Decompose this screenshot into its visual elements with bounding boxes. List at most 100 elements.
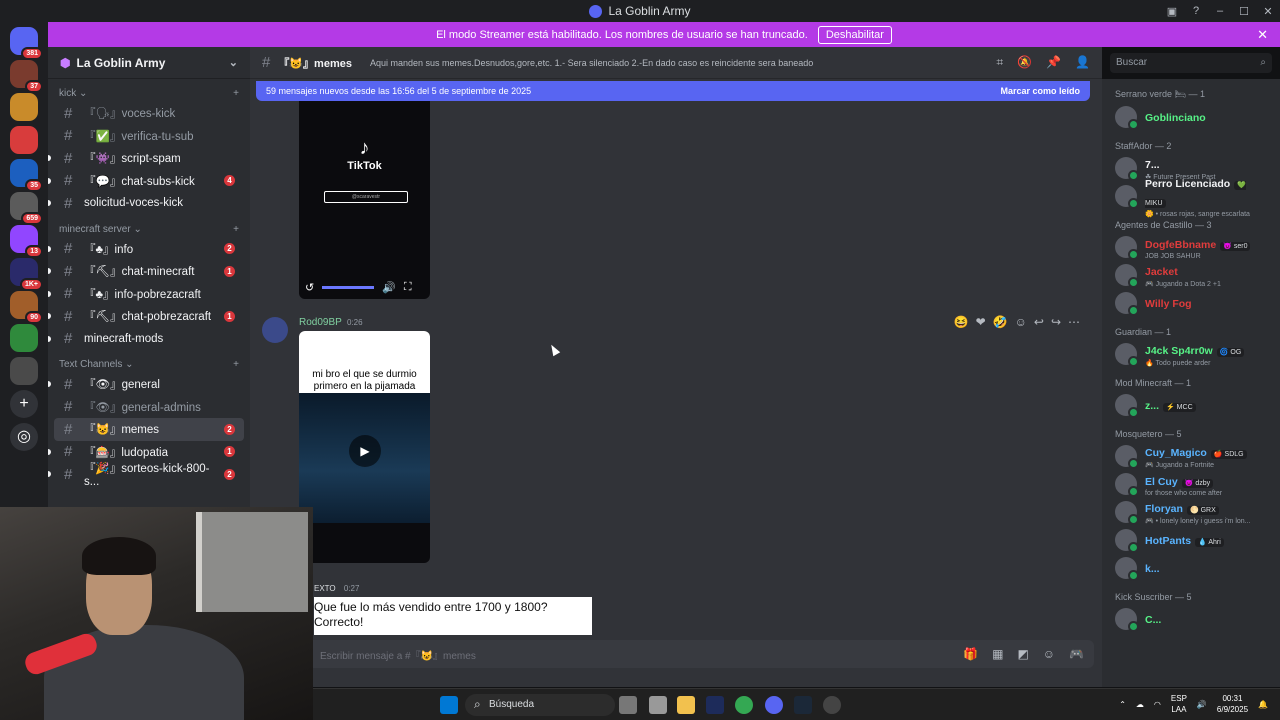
add-server-icon[interactable]: + <box>10 390 38 418</box>
server-icon[interactable]: 35 <box>10 159 43 192</box>
message-author[interactable]: Rod09BP <box>299 317 342 328</box>
member-item[interactable]: z... ⚡ MCC <box>1102 391 1280 419</box>
cloud-icon[interactable]: ☁ <box>1136 699 1144 710</box>
taskbar-search[interactable]: Búsqueda <box>465 694 615 716</box>
member-list-icon[interactable]: 👤 <box>1075 55 1090 70</box>
explore-icon[interactable]: ◎ <box>10 423 38 451</box>
add-reaction-icon[interactable]: ☺ <box>1015 315 1027 329</box>
heart-reaction-icon[interactable]: ❤ <box>976 315 986 329</box>
notifications-icon[interactable]: 🔔 <box>1258 699 1268 710</box>
wifi-icon[interactable]: ◠ <box>1154 699 1161 710</box>
server-icon[interactable]: 659 <box>10 192 43 225</box>
discord-taskbar-icon[interactable] <box>765 696 783 714</box>
clock[interactable]: 00:31 6/9/2025 <box>1217 693 1248 715</box>
maximize-button[interactable]: ☐ <box>1232 5 1256 18</box>
language-indicator[interactable]: ESP LAA <box>1171 693 1187 715</box>
member-item[interactable]: Goblinciano <box>1102 103 1280 131</box>
gif-icon[interactable]: ▦ <box>992 647 1003 661</box>
close-icon[interactable]: ✕ <box>1257 27 1268 43</box>
channel-item[interactable]: # 『😺』memes 2 <box>54 418 244 441</box>
start-button[interactable] <box>440 696 458 714</box>
channel-category[interactable]: kick ⌄ + <box>48 79 250 102</box>
inbox-icon[interactable]: ▣ <box>1160 5 1184 18</box>
member-item[interactable]: Willy Fog <box>1102 289 1280 317</box>
app-icon[interactable] <box>649 696 667 714</box>
file-explorer-icon[interactable] <box>677 696 695 714</box>
member-item[interactable]: DogfeBbname 😈 ser0 JOB JOB SAHUR <box>1102 233 1280 261</box>
member-item[interactable]: HotPants 💧 Ahri <box>1102 526 1280 554</box>
channel-item[interactable]: # solicitud-voces-kick <box>48 192 244 215</box>
server-icon[interactable]: 90 <box>10 291 43 324</box>
member-item[interactable]: J4ck Sp4rr0w 🌀 OG 🔥 Todo puede arder <box>1102 340 1280 368</box>
channel-item[interactable]: # 『♣』info-pobrezacraft <box>48 283 244 306</box>
channel-item[interactable]: # 『👁』general-admins <box>54 396 244 419</box>
server-icon[interactable] <box>10 93 38 121</box>
search-input[interactable]: Buscar ⌕ <box>1110 53 1272 73</box>
threads-icon[interactable]: ⌗ <box>996 55 1003 70</box>
server-icon[interactable] <box>10 324 38 352</box>
channel-item[interactable]: # 『⛏』chat-pobrezacraft 1 <box>48 305 244 328</box>
member-item[interactable]: Perro Licenciado 💚 MIKU 🌼 • rosas rojas, s… <box>1102 178 1280 218</box>
video-progress-bar[interactable] <box>322 285 375 289</box>
tray-chevron-icon[interactable]: ⌃ <box>1119 699 1126 710</box>
replay-icon[interactable]: ↺ <box>305 281 314 294</box>
member-item[interactable]: Jacket 🎮 Jugando a Dota 2 +1 <box>1102 261 1280 289</box>
photoshop-icon[interactable] <box>706 696 724 714</box>
channel-item[interactable]: # 『👾』script-spam <box>48 147 244 170</box>
fullscreen-icon[interactable]: ⛶ <box>404 281 412 294</box>
steam-icon[interactable] <box>794 696 812 714</box>
tiktok-video-embed[interactable]: ♪ TikTok @scaravestr ↺ 🔊 ⛶ <box>299 101 430 299</box>
new-messages-bar[interactable]: 59 mensajes nuevos desde las 16:56 del 5… <box>256 81 1090 101</box>
laugh-reaction-icon[interactable]: 🤣 <box>993 315 1008 329</box>
volume-icon[interactable]: 🔊 <box>1197 699 1207 710</box>
forward-icon[interactable]: ↪ <box>1051 315 1061 329</box>
discord-home-button[interactable]: 381 <box>10 27 43 60</box>
message-author[interactable]: EXTO <box>314 584 336 593</box>
channel-item[interactable]: # 『✅』verifica-tu-sub <box>54 125 244 148</box>
channel-item[interactable]: # 『💬』chat-subs-kick 4 <box>48 170 244 193</box>
server-header[interactable]: ⬢ La Goblin Army ⌄ <box>48 47 250 79</box>
reply-icon[interactable]: ↩ <box>1034 315 1044 329</box>
help-icon[interactable]: ? <box>1184 5 1208 17</box>
volume-icon[interactable]: 🔊 <box>382 281 396 294</box>
member-item[interactable]: Floryan 🌕 GRX 🎮 • lonely lonely i guess i'… <box>1102 498 1280 526</box>
sticker-icon[interactable]: ◩ <box>1017 647 1028 661</box>
member-item[interactable]: C... <box>1102 605 1280 633</box>
add-channel-icon[interactable]: + <box>233 88 239 99</box>
server-icon[interactable]: 1K+ <box>10 258 43 291</box>
member-item[interactable]: El Cuy 😈 dzby for those who come after <box>1102 470 1280 498</box>
chrome-icon[interactable] <box>735 696 753 714</box>
channel-item[interactable]: # 『👁』general <box>48 373 244 396</box>
more-icon[interactable]: ⋯ <box>1068 315 1080 329</box>
channel-category[interactable]: Text Channels ⌄ + <box>48 350 250 373</box>
server-icon[interactable]: 13 <box>10 225 43 258</box>
close-window-button[interactable]: ✕ <box>1256 5 1280 18</box>
channel-item[interactable]: # 『🗣』voces-kick <box>54 102 244 125</box>
notification-bell-icon[interactable]: 🔕 <box>1017 55 1032 70</box>
channel-item[interactable]: # 『♣』info 2 <box>48 238 244 261</box>
server-icon[interactable]: 37 <box>10 60 43 93</box>
video-embed[interactable]: mi bro el que se durmio primero en la pi… <box>299 331 430 563</box>
pin-icon[interactable]: 📌 <box>1046 55 1061 70</box>
server-icon[interactable] <box>10 126 38 154</box>
add-channel-icon[interactable]: + <box>233 224 239 235</box>
emoji-icon[interactable]: ☺ <box>1043 647 1055 661</box>
channel-item[interactable]: # 『🎉』sorteos-kick-800-s... 2 <box>48 463 244 488</box>
minimize-button[interactable]: – <box>1208 5 1232 17</box>
gift-icon[interactable]: 🎁 <box>963 647 978 661</box>
app-icon[interactable] <box>823 696 841 714</box>
server-icon[interactable] <box>10 357 38 385</box>
add-channel-icon[interactable]: + <box>233 359 239 370</box>
activity-icon[interactable]: 🎮 <box>1069 647 1084 661</box>
channel-item[interactable]: # 『⛏』chat-minecraft 1 <box>48 260 244 283</box>
member-item[interactable]: Cuy_Magico 🍎 SDLG 🎮 Jugando a Fortnite <box>1102 442 1280 470</box>
play-icon[interactable]: ▶ <box>349 435 381 467</box>
member-item[interactable]: k... <box>1102 554 1280 582</box>
task-view-icon[interactable] <box>619 696 637 714</box>
channel-item[interactable]: # minecraft-mods <box>48 328 244 351</box>
channel-category[interactable]: minecraft server ⌄ + <box>48 215 250 238</box>
disable-streamer-button[interactable]: Deshabilitar <box>817 25 892 44</box>
emoji-reaction-icon[interactable]: 😆 <box>954 315 969 329</box>
channel-topic[interactable]: Aqui manden sus memes.Desnudos,gore,etc.… <box>370 58 813 68</box>
avatar[interactable] <box>262 317 288 343</box>
